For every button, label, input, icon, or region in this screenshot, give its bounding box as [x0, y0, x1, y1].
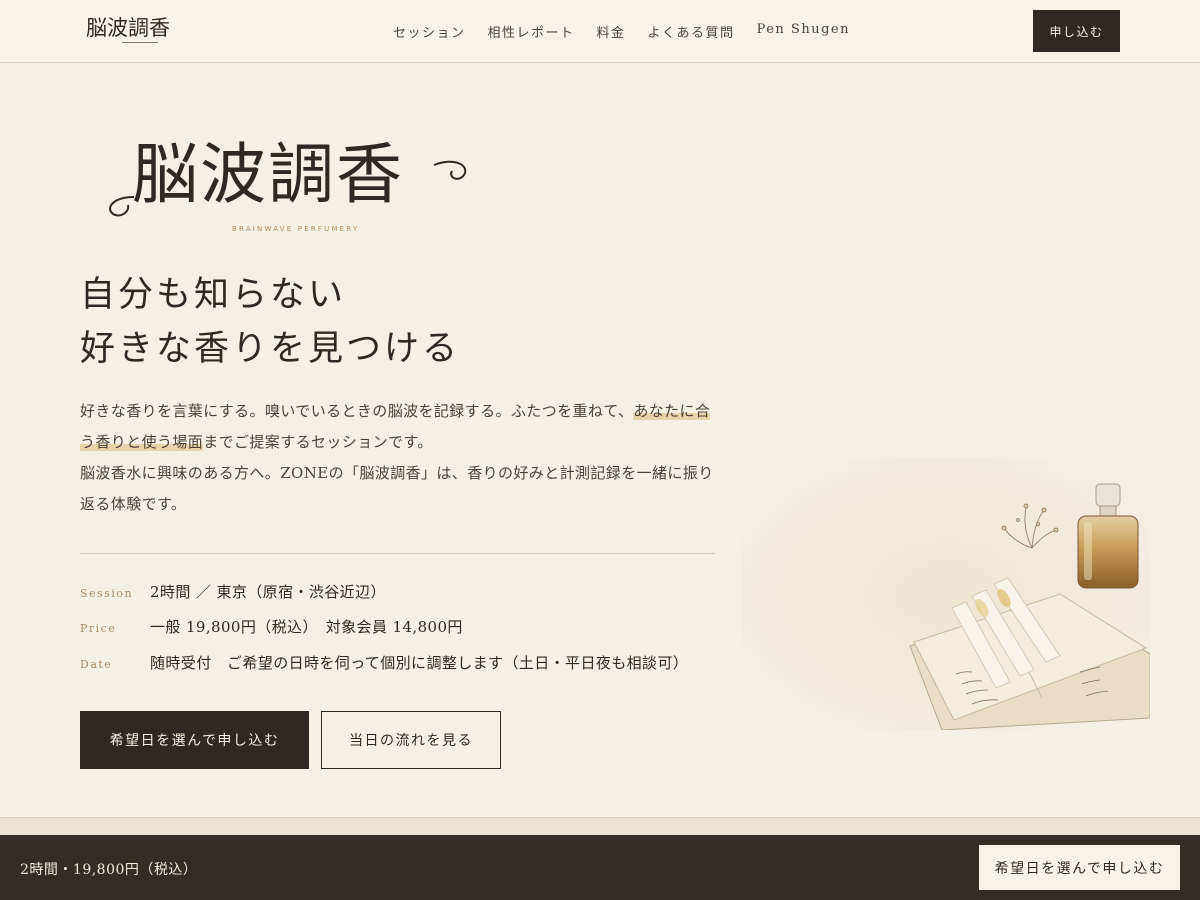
nav-item-pen-shugen[interactable]: Pen Shugen — [757, 22, 850, 41]
header-apply-button[interactable]: 申し込む — [1033, 10, 1120, 52]
nav-item-price[interactable]: 料金 — [597, 22, 626, 41]
sticky-cta-bar: 2時間・19,800円（税込） 希望日を選んで申し込む — [0, 835, 1200, 900]
hero-headline: 自分も知らない 好きな香りを見つける — [80, 268, 460, 376]
info-row-price: Price 一般 19,800円（税込） 対象会員 14,800円 — [80, 616, 463, 640]
header-logo-underline — [122, 42, 158, 43]
header-logo[interactable]: 脳波調香 — [86, 15, 190, 47]
hero-logo: 脳波調香 BRAINWAVE PERFUMERY — [104, 135, 474, 235]
description-part-3: 脳波香水に興味のある方へ。ZONEの「脳波調香」は、香りの好みと計測記録を一緒に… — [80, 464, 714, 513]
info-value: 一般 19,800円（税込） 対象会員 14,800円 — [150, 618, 463, 636]
description-part-1: 好きな香りを言葉にする。嗅いでいるときの脳波を記録する。ふたつを重ねて、 — [80, 402, 634, 420]
info-value: 2時間 ／ 東京（原宿・渋谷近辺） — [150, 583, 386, 601]
header-logo-text[interactable]: 脳波調香 — [86, 15, 190, 41]
headline-line-2: 好きな香りを見つける — [80, 329, 461, 369]
hero-logo-subtitle: BRAINWAVE PERFUMERY — [232, 225, 360, 233]
info-value: 随時受付 ご希望の日時を伺って個別に調整します（土日・平日夜も相談可） — [150, 654, 689, 672]
hero-logo-text: 脳波調香 — [132, 136, 404, 213]
info-row-date: Date 随時受付 ご希望の日時を伺って個別に調整します（土日・平日夜も相談可） — [80, 652, 688, 676]
info-label: Price — [80, 622, 117, 635]
select-date-apply-button[interactable]: 希望日を選んで申し込む — [80, 711, 309, 769]
nav-item-session[interactable]: セッション — [393, 22, 466, 41]
headline-line-1: 自分も知らない — [80, 275, 347, 315]
site-header: 脳波調香 セッション 相性レポート 料金 よくある質問 Pen Shugen 申… — [0, 0, 1200, 63]
nav-item-faq[interactable]: よくある質問 — [648, 22, 735, 41]
section-band — [0, 817, 1200, 835]
info-label: Session — [80, 587, 134, 600]
perfume-notebook-illustration — [742, 458, 1151, 731]
illustration-svg — [742, 458, 1151, 731]
hero-description: 好きな香りを言葉にする。嗅いでいるときの脳波を記録する。ふたつを重ねて、あなたに… — [80, 396, 720, 520]
info-row-session: Session 2時間 ／ 東京（原宿・渋谷近辺） — [80, 581, 386, 605]
main-nav: セッション 相性レポート 料金 よくある質問 Pen Shugen — [393, 22, 872, 41]
description-part-2: までご提案するセッションです。 — [203, 433, 433, 451]
info-divider — [80, 553, 715, 554]
nav-item-report[interactable]: 相性レポート — [488, 22, 575, 41]
sticky-summary: 2時間・19,800円（税込） — [20, 862, 198, 878]
info-label: Date — [80, 658, 113, 671]
view-flow-button[interactable]: 当日の流れを見る — [321, 711, 501, 769]
sticky-apply-button[interactable]: 希望日を選んで申し込む — [979, 845, 1180, 890]
